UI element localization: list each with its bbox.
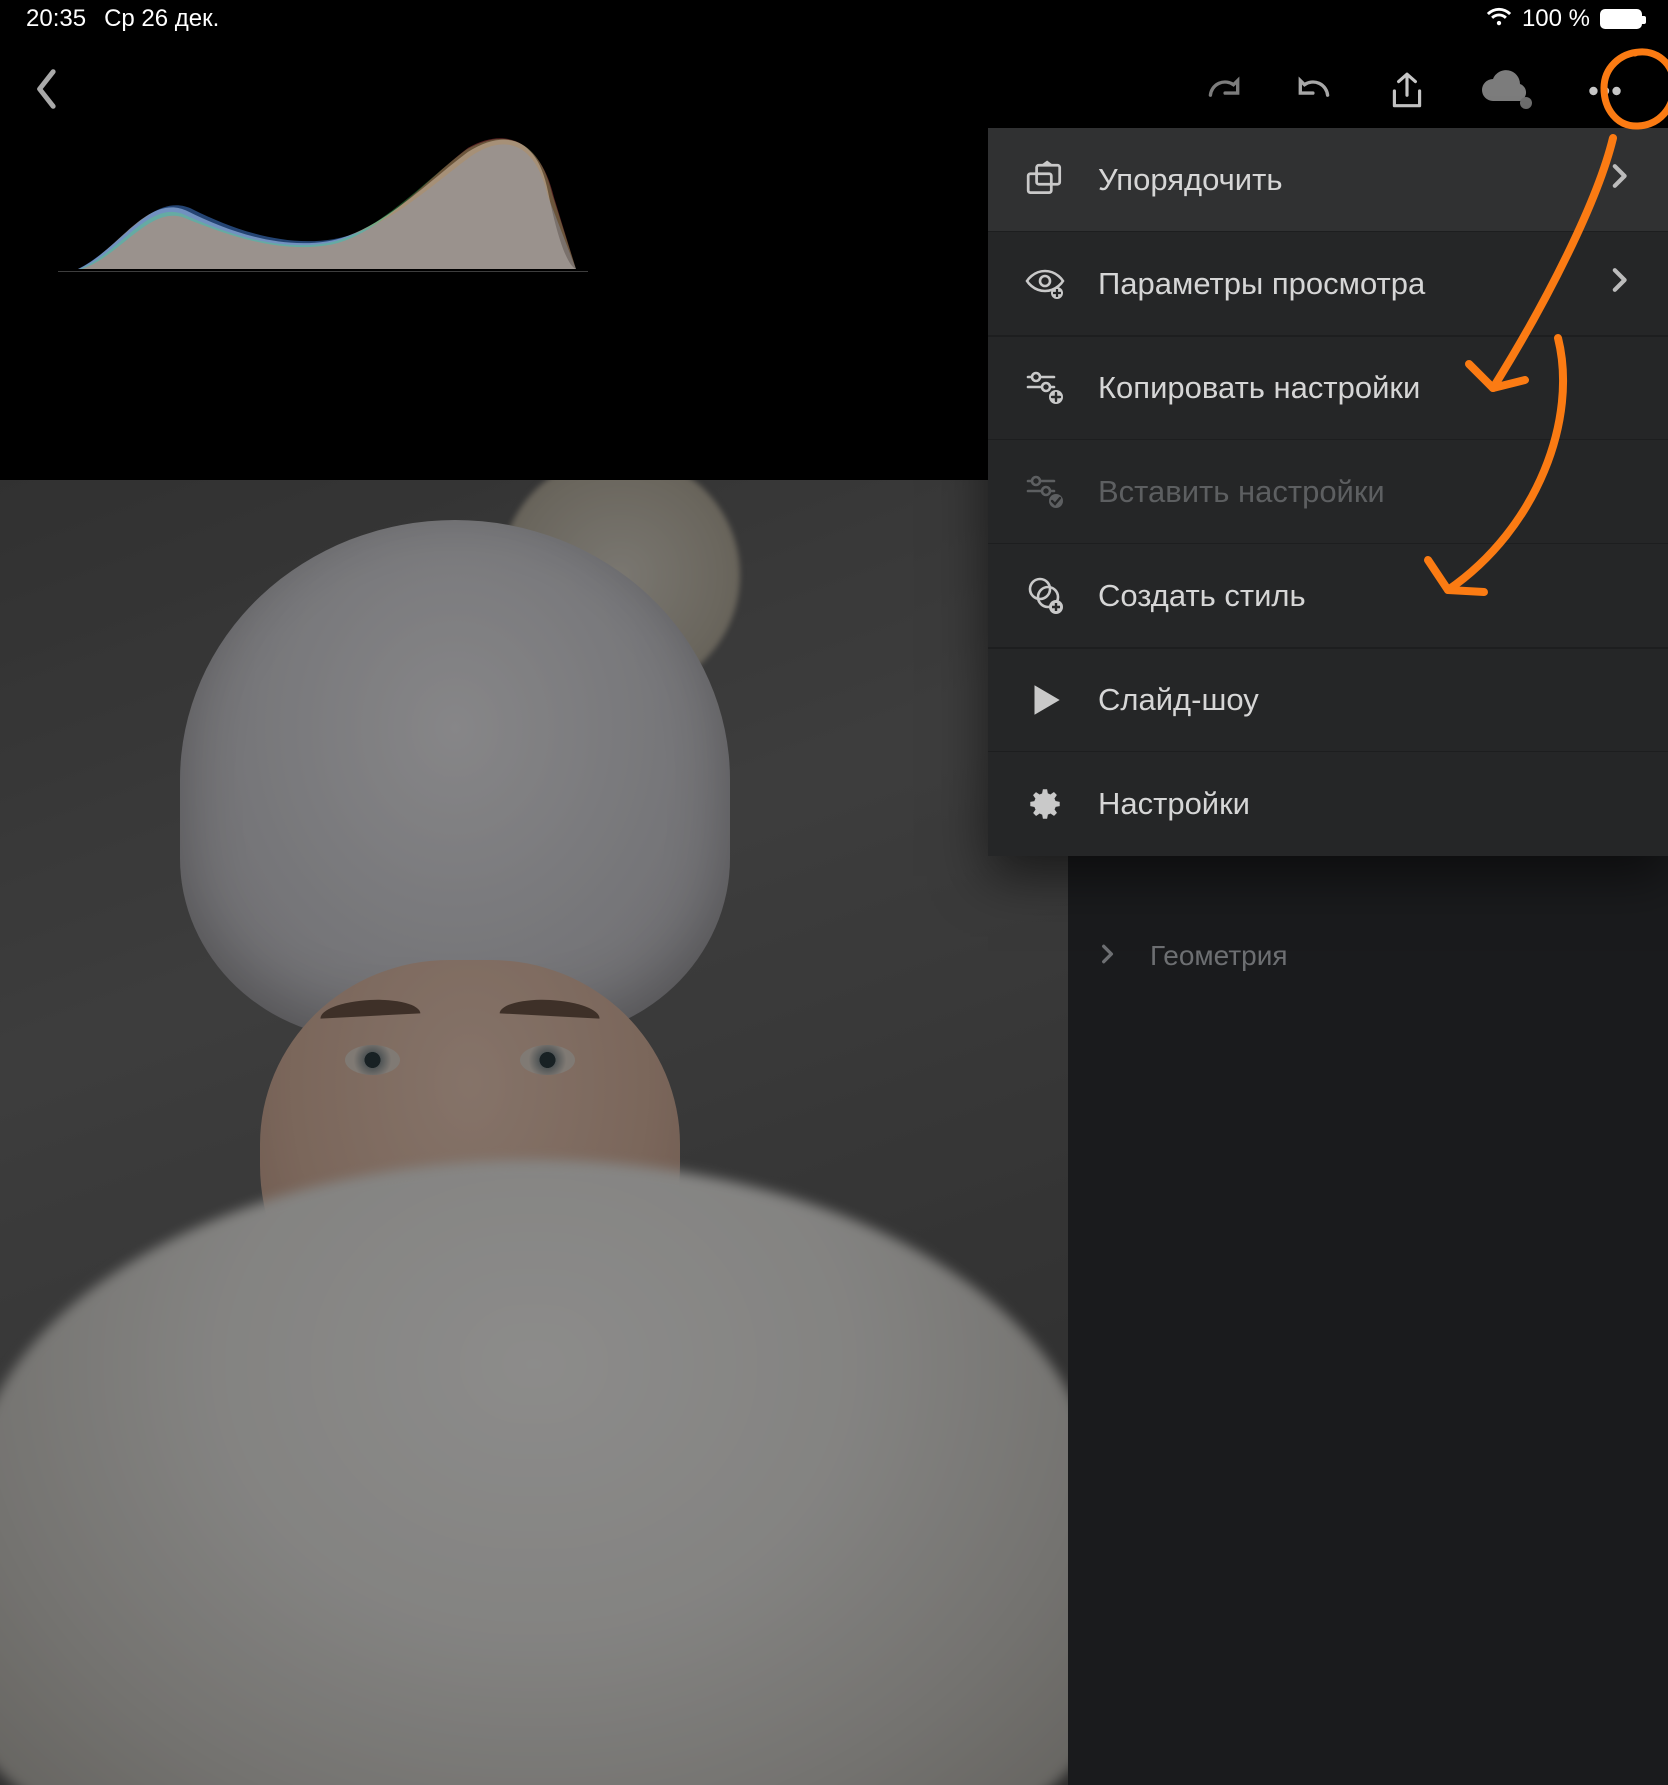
panel-geometry-label: Геометрия	[1150, 940, 1288, 972]
menu-settings-label: Настройки	[1098, 786, 1250, 822]
status-time: 20:35	[26, 5, 86, 33]
menu-slideshow[interactable]: Слайд-шоу	[988, 648, 1668, 752]
menu-view-options-label: Параметры просмотра	[1098, 266, 1425, 302]
photo-preview[interactable]	[0, 480, 1068, 1785]
back-button[interactable]	[32, 68, 62, 115]
status-bar: 20:35 Ср 26 дек. 100 %	[0, 0, 1668, 38]
undo-button[interactable]	[1294, 70, 1336, 112]
share-button[interactable]	[1386, 70, 1428, 112]
sliders-paste-icon	[1024, 471, 1066, 513]
menu-slideshow-label: Слайд-шоу	[1098, 682, 1259, 718]
menu-organize-label: Упорядочить	[1098, 162, 1282, 198]
menu-paste-settings: Вставить настройки	[988, 440, 1668, 544]
wifi-icon	[1486, 5, 1512, 34]
eye-icon	[1024, 263, 1066, 305]
menu-create-style-label: Создать стиль	[1098, 578, 1306, 614]
organize-icon	[1024, 159, 1066, 201]
more-options-menu: Упорядочить Параметры просмотра Копирова…	[988, 128, 1668, 856]
menu-view-options[interactable]: Параметры просмотра	[988, 232, 1668, 336]
panel-geometry[interactable]: Геометрия	[1068, 908, 1668, 1003]
status-battery-text: 100 %	[1522, 5, 1590, 33]
menu-organize[interactable]: Упорядочить	[988, 128, 1668, 232]
histogram	[58, 132, 588, 272]
chevron-right-icon	[1100, 940, 1120, 972]
create-preset-icon	[1024, 575, 1066, 617]
sliders-copy-icon	[1024, 367, 1066, 409]
top-toolbar	[0, 54, 1668, 128]
menu-settings[interactable]: Настройки	[988, 752, 1668, 856]
menu-create-style[interactable]: Создать стиль	[988, 544, 1668, 648]
play-icon	[1024, 679, 1066, 721]
gear-icon	[1024, 783, 1066, 825]
battery-icon	[1600, 9, 1642, 29]
menu-copy-settings[interactable]: Копировать настройки	[988, 336, 1668, 440]
chevron-right-icon	[1610, 266, 1628, 302]
menu-copy-settings-label: Копировать настройки	[1098, 370, 1420, 406]
redo-button[interactable]	[1202, 70, 1244, 112]
dim-overlay	[0, 480, 1068, 1785]
chevron-right-icon	[1610, 162, 1628, 198]
cloud-sync-icon[interactable]	[1478, 70, 1534, 112]
menu-paste-settings-label: Вставить настройки	[1098, 474, 1385, 510]
more-options-button[interactable]	[1584, 70, 1626, 112]
status-date: Ср 26 дек.	[104, 5, 219, 33]
